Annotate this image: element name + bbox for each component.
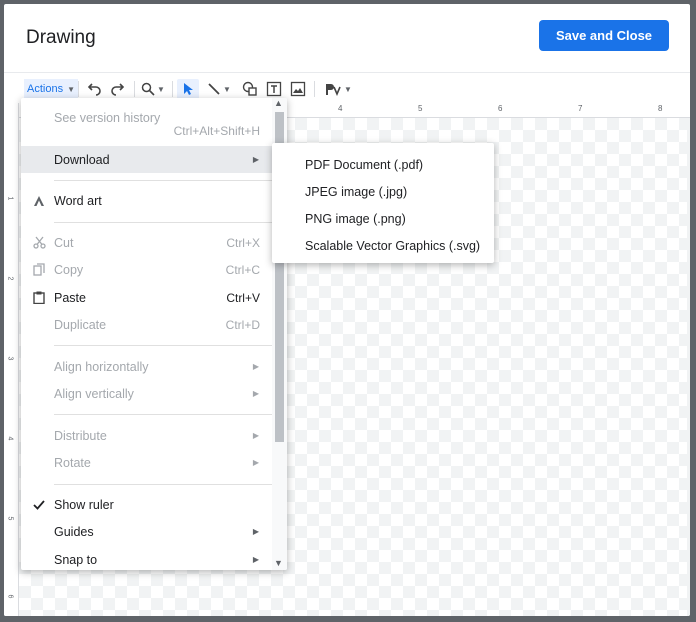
menu-item-label: Paste	[54, 290, 86, 305]
select-icon[interactable]	[177, 79, 199, 99]
menu-shortcut: Ctrl+V	[226, 290, 260, 305]
copy-icon	[31, 262, 47, 278]
menu-divider	[54, 484, 272, 485]
menu-item-rotate[interactable]: Rotate ▶	[21, 449, 272, 476]
menu-item-download[interactable]: Download ▶	[21, 146, 272, 173]
ruler-number: 3	[6, 356, 14, 361]
menu-item-label: Show ruler	[54, 497, 114, 512]
menu-shortcut: Ctrl+X	[226, 235, 260, 250]
checkmark-icon	[31, 497, 47, 513]
menu-item-show-ruler[interactable]: Show ruler	[21, 491, 272, 518]
toolbar-divider	[172, 81, 173, 97]
menu-item-label: Align vertically	[54, 386, 134, 401]
clipboard-icon	[31, 290, 47, 306]
actions-menu-button[interactable]: Actions ▼	[24, 79, 78, 99]
menu-item-distribute[interactable]: Distribute ▶	[21, 422, 272, 449]
ruler-number: 6	[6, 594, 14, 599]
vertical-ruler: 1 2 3 4 5 6	[4, 103, 19, 616]
chevron-right-icon: ▶	[252, 458, 259, 467]
menu-item-snap-to[interactable]: Snap to ▶	[21, 546, 272, 570]
format-painter-icon[interactable]: ▼	[320, 79, 356, 99]
zoom-icon[interactable]: ▼	[139, 79, 167, 99]
line-icon[interactable]: ▼	[202, 79, 236, 99]
ruler-number: 5	[418, 104, 423, 113]
download-submenu: PDF Document (.pdf) JPEG image (.jpg) PN…	[272, 143, 494, 263]
actions-menu: See version history Ctrl+Alt+Shift+H Dow…	[21, 98, 287, 570]
chevron-right-icon: ▶	[252, 555, 259, 564]
textbox-icon[interactable]	[264, 79, 284, 99]
menu-divider	[54, 222, 272, 223]
menu-item-guides[interactable]: Guides ▶	[21, 518, 272, 545]
menu-item-label: Copy	[54, 262, 84, 277]
menu-item-label: Distribute	[54, 428, 107, 443]
chevron-right-icon: ▶	[252, 431, 259, 440]
download-jpg-item[interactable]: JPEG image (.jpg)	[305, 185, 407, 199]
menu-item-label: Guides	[54, 524, 94, 539]
download-pdf-item[interactable]: PDF Document (.pdf)	[305, 158, 423, 172]
toolbar-divider	[78, 81, 79, 97]
ruler-number: 5	[6, 516, 14, 521]
chevron-down-icon[interactable]: ▼	[274, 558, 283, 568]
actions-label: Actions	[27, 83, 64, 95]
chevron-right-icon: ▶	[252, 155, 259, 164]
chevron-right-icon: ▶	[252, 527, 259, 536]
redo-icon[interactable]	[108, 79, 128, 99]
menu-divider	[54, 345, 272, 346]
chevron-up-icon[interactable]: ▲	[274, 98, 283, 108]
chevron-down-icon: ▼	[67, 84, 75, 94]
menu-shortcut: Ctrl+D	[225, 317, 260, 332]
menu-item-label: Duplicate	[54, 317, 107, 332]
ruler-number: 4	[338, 104, 343, 113]
ruler-number: 4	[6, 436, 14, 441]
shape-icon[interactable]	[240, 79, 260, 99]
ruler-number: 6	[498, 104, 503, 113]
ruler-number: 8	[658, 104, 663, 113]
undo-icon[interactable]	[84, 79, 104, 99]
save-and-close-button[interactable]: Save and Close	[539, 20, 669, 51]
menu-item-align-vertically[interactable]: Align vertically ▶	[21, 380, 272, 407]
toolbar-divider	[134, 81, 135, 97]
menu-item-align-horizontally[interactable]: Align horizontally ▶	[21, 353, 272, 380]
toolbar-divider	[314, 81, 315, 97]
ruler-number: 7	[578, 104, 583, 113]
menu-item-label: Word art	[54, 193, 102, 208]
menu-divider	[54, 180, 272, 181]
ruler-number: 2	[6, 276, 14, 281]
menu-item-cut[interactable]: Cut Ctrl+X	[21, 229, 272, 256]
download-svg-item[interactable]: Scalable Vector Graphics (.svg)	[305, 239, 480, 253]
menu-shortcut: Ctrl+C	[225, 262, 260, 277]
menu-item-label: Rotate	[54, 455, 91, 470]
image-icon[interactable]	[288, 79, 308, 99]
word-art-icon	[31, 193, 47, 209]
menu-item-label: Download	[54, 152, 110, 167]
dialog-title: Drawing	[26, 27, 96, 48]
scissors-icon	[31, 235, 47, 251]
menu-item-word-art[interactable]: Word art	[21, 187, 272, 214]
chevron-right-icon: ▶	[252, 389, 259, 398]
version-history-shortcut-row: Ctrl+Alt+Shift+H	[21, 122, 272, 140]
menu-item-label: Align horizontally	[54, 359, 149, 374]
menu-item-label: Cut	[54, 235, 74, 250]
download-png-item[interactable]: PNG image (.png)	[305, 212, 406, 226]
menu-item-copy[interactable]: Copy Ctrl+C	[21, 256, 272, 283]
menu-item-label: Snap to	[54, 552, 98, 567]
menu-item-duplicate[interactable]: Duplicate Ctrl+D	[21, 311, 272, 338]
chevron-right-icon: ▶	[252, 362, 259, 371]
menu-shortcut: Ctrl+Alt+Shift+H	[173, 124, 260, 138]
menu-divider	[54, 414, 272, 415]
ruler-number: 1	[6, 196, 14, 201]
menu-item-paste[interactable]: Paste Ctrl+V	[21, 284, 272, 311]
